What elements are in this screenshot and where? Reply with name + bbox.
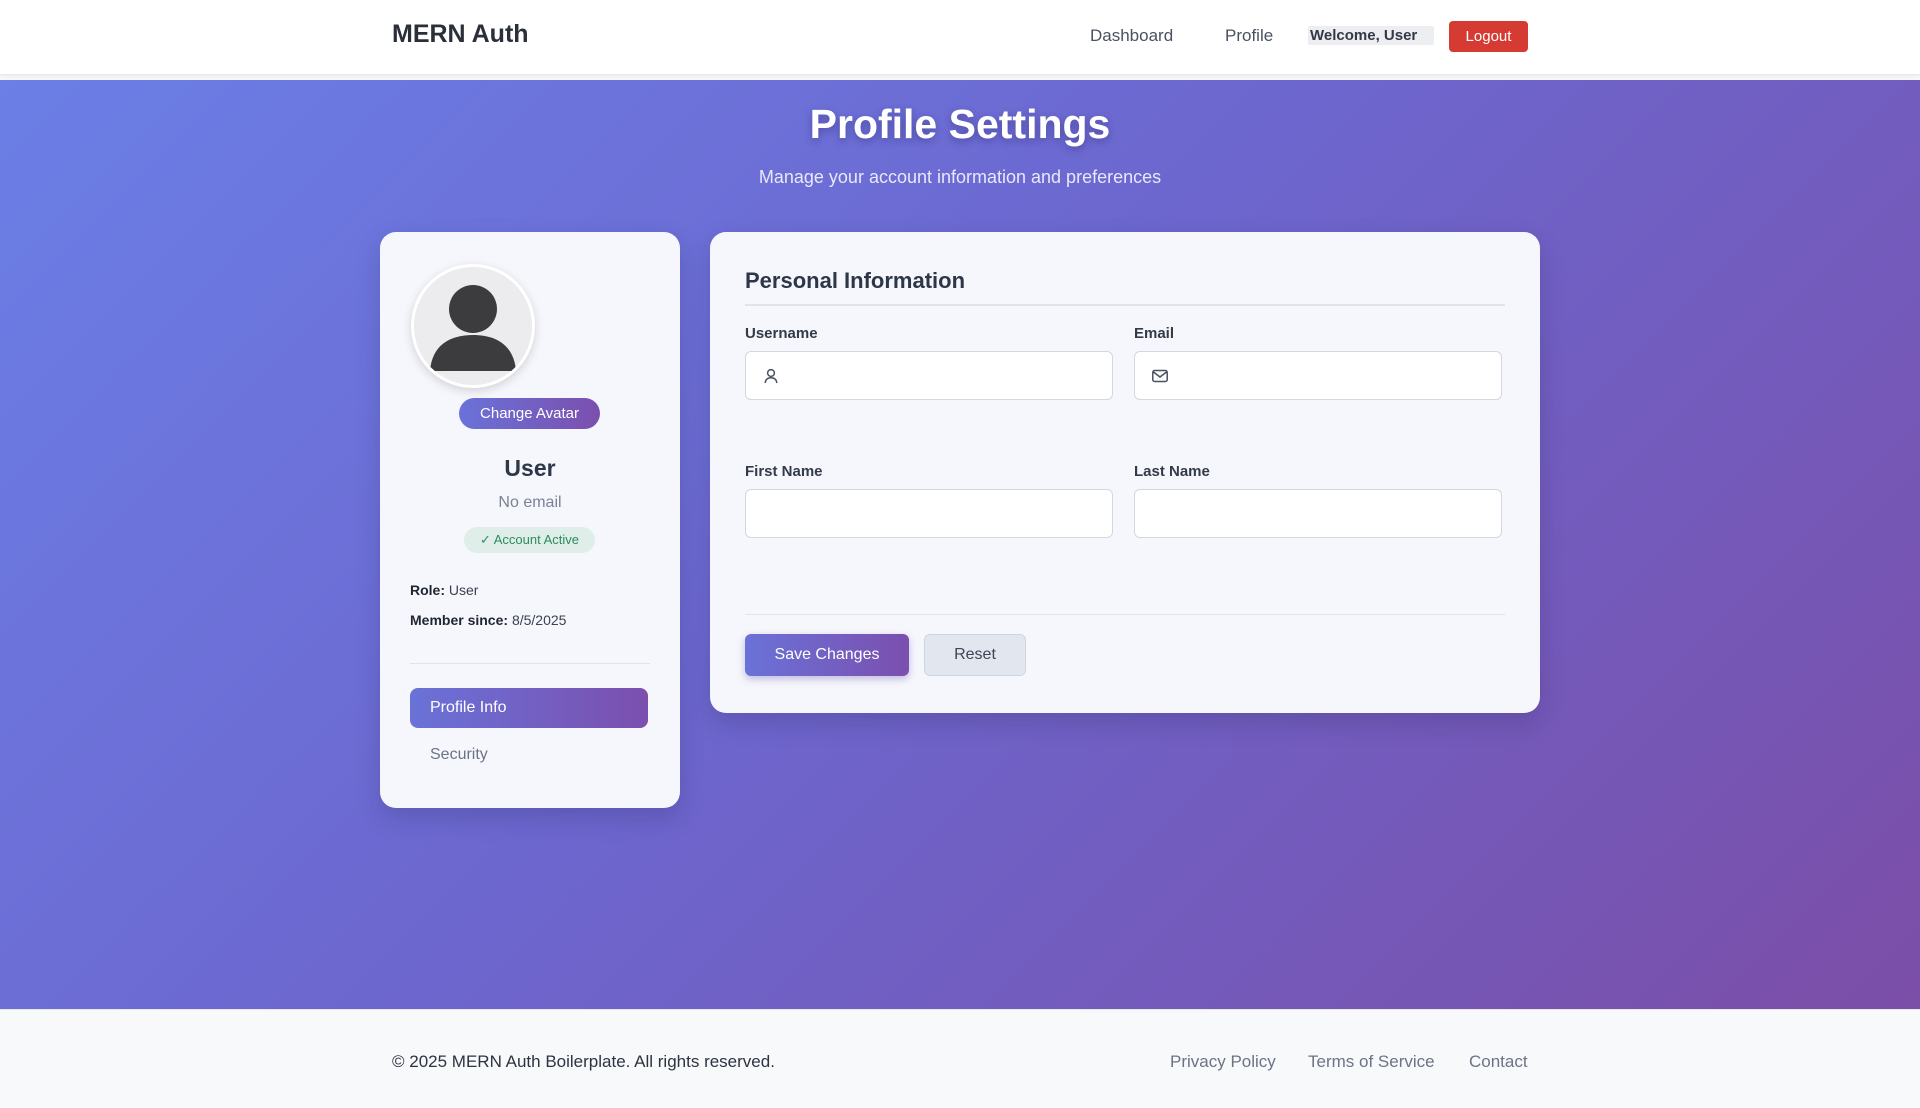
- save-changes-button[interactable]: Save Changes: [745, 634, 909, 676]
- profile-name: User: [504, 455, 556, 481]
- role-value: User: [448, 582, 479, 598]
- profile-sidebar-card: Change Avatar User No email ✓ Account Ac…: [380, 232, 680, 808]
- member-since-value: 8/5/2025: [511, 612, 567, 628]
- last-name-field: [1134, 489, 1502, 539]
- section-divider: [745, 304, 1505, 306]
- section-title: Personal Information: [745, 268, 966, 293]
- first-name-label: First Name: [745, 463, 823, 480]
- user-icon: [764, 368, 778, 384]
- first-name-input[interactable]: [762, 490, 1096, 539]
- last-name-input[interactable]: [1151, 490, 1485, 539]
- page-subtitle: Manage your account information and pref…: [758, 167, 1162, 187]
- sidebar-item-profile-info[interactable]: Profile Info: [410, 688, 648, 728]
- sidebar-item-security[interactable]: Security: [410, 737, 648, 773]
- email-label: Email: [1134, 325, 1175, 342]
- page-title: Profile Settings: [809, 101, 1111, 147]
- nav-link-dashboard[interactable]: Dashboard: [1090, 26, 1173, 46]
- reset-button[interactable]: Reset: [924, 634, 1026, 676]
- footer-link-privacy-policy[interactable]: Privacy Policy: [1170, 1052, 1276, 1072]
- profile-email: No email: [498, 494, 562, 511]
- email-field: [1134, 351, 1502, 401]
- user-avatar-icon: [414, 267, 532, 385]
- account-status-badge: ✓ Account Active: [464, 527, 595, 553]
- member-since-row: Member since: 8/5/2025: [410, 612, 566, 628]
- footer-link-contact[interactable]: Contact: [1469, 1052, 1528, 1072]
- top-navbar: MERN Auth Dashboard Profile Welcome, Use…: [0, 0, 1920, 75]
- footer-link-terms-of-service[interactable]: Terms of Service: [1308, 1052, 1435, 1072]
- role-row: Role: User: [410, 582, 478, 598]
- email-input[interactable]: [1181, 352, 1485, 401]
- avatar: [411, 264, 535, 388]
- username-input[interactable]: [792, 352, 1096, 401]
- username-field: [745, 351, 1113, 401]
- welcome-text: Welcome, User: [1308, 26, 1435, 45]
- first-name-field: [745, 489, 1113, 539]
- logout-button[interactable]: Logout: [1449, 21, 1528, 52]
- change-avatar-button[interactable]: Change Avatar: [459, 398, 600, 429]
- username-label: Username: [745, 325, 818, 342]
- brand-logo[interactable]: MERN Auth: [392, 20, 529, 49]
- footer: © 2025 MERN Auth Boilerplate. All rights…: [0, 1009, 1920, 1108]
- role-label: Role:: [410, 582, 445, 598]
- sidebar-divider: [410, 663, 650, 664]
- main-content: Profile Settings Manage your account inf…: [0, 80, 1920, 1009]
- personal-info-card: Personal Information Username Email Firs…: [710, 232, 1540, 713]
- mail-icon: [1152, 369, 1168, 383]
- nav-link-profile[interactable]: Profile: [1225, 26, 1273, 46]
- last-name-label: Last Name: [1134, 463, 1210, 480]
- copyright-text: © 2025 MERN Auth Boilerplate. All rights…: [392, 1052, 775, 1071]
- actions-divider: [745, 614, 1505, 615]
- member-since-label: Member since:: [410, 612, 509, 628]
